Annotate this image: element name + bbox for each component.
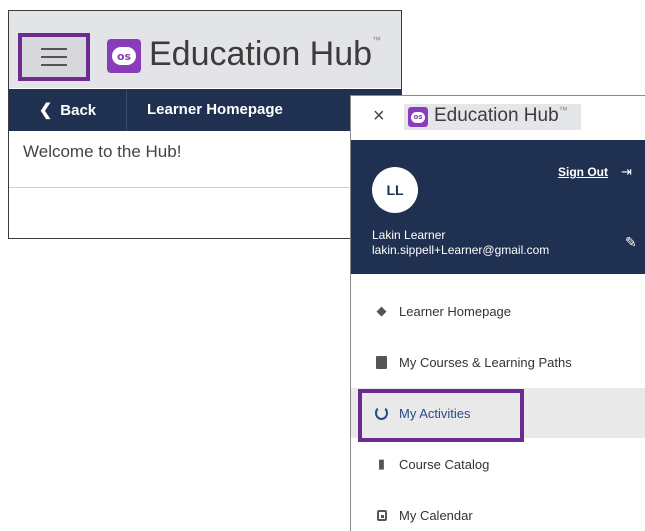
calendar-icon <box>375 509 388 521</box>
user-name: Lakin Learner <box>372 228 446 242</box>
education-hub-logo-icon: os <box>107 39 141 73</box>
menu-item-label: My Activities <box>399 405 471 421</box>
pencil-icon[interactable]: ✎ <box>625 234 637 251</box>
menu-item-label: Learner Homepage <box>399 303 512 319</box>
catalog-icon: ▮ <box>377 456 386 471</box>
graduation-cap-icon: ◆ <box>376 303 387 318</box>
page-navbar: ❮ Back Learner Homepage <box>9 89 401 131</box>
close-icon[interactable]: × <box>373 105 385 128</box>
divider <box>9 187 401 188</box>
back-button[interactable]: ❮ Back <box>9 89 127 131</box>
menu-item-course-catalog[interactable]: ▮ Course Catalog <box>351 439 645 489</box>
menu-item-learner-homepage[interactable]: ◆ Learner Homepage <box>351 286 645 336</box>
side-menu: × os Education Hub™ LL Sign Out ⇥ Lakin … <box>350 95 645 531</box>
book-icon <box>375 355 388 369</box>
avatar[interactable]: LL <box>372 167 418 213</box>
menu-item-label: My Courses & Learning Paths <box>399 354 572 370</box>
hamburger-menu-button[interactable] <box>18 33 90 81</box>
welcome-message: Welcome to the Hub! <box>23 142 182 161</box>
user-profile-card: LL Sign Out ⇥ Lakin Learner lakin.sippel… <box>351 140 645 274</box>
app-header-panel: os Education Hub™ ❮ Back Learner Homepag… <box>8 10 402 239</box>
education-hub-logo-icon: os <box>408 107 428 127</box>
user-email: lakin.sippell+Learner@gmail.com <box>372 243 550 257</box>
chevron-left-icon: ❮ <box>38 102 53 119</box>
menu-item-label: Course Catalog <box>399 456 490 472</box>
brand-name: Education Hub™ <box>149 35 382 73</box>
menu-item-my-calendar[interactable]: My Calendar <box>351 490 645 531</box>
menu-item-my-courses[interactable]: My Courses & Learning Paths <box>351 337 645 387</box>
brand-name: Education Hub™ <box>434 105 568 126</box>
hamburger-menu-icon <box>41 48 67 66</box>
back-label: Back <box>60 101 97 119</box>
sign-out-icon[interactable]: ⇥ <box>621 164 632 180</box>
sign-out-link[interactable]: Sign Out <box>558 165 608 179</box>
menu-item-label: My Calendar <box>399 507 473 523</box>
menu-item-my-activities[interactable]: My Activities <box>351 388 645 438</box>
top-bar: os Education Hub™ <box>9 11 401 88</box>
page-title: Learner Homepage <box>147 101 283 118</box>
side-menu-header: × os Education Hub™ <box>351 96 645 140</box>
side-menu-brand: os Education Hub™ <box>404 104 581 130</box>
circle-progress-icon <box>375 406 388 420</box>
